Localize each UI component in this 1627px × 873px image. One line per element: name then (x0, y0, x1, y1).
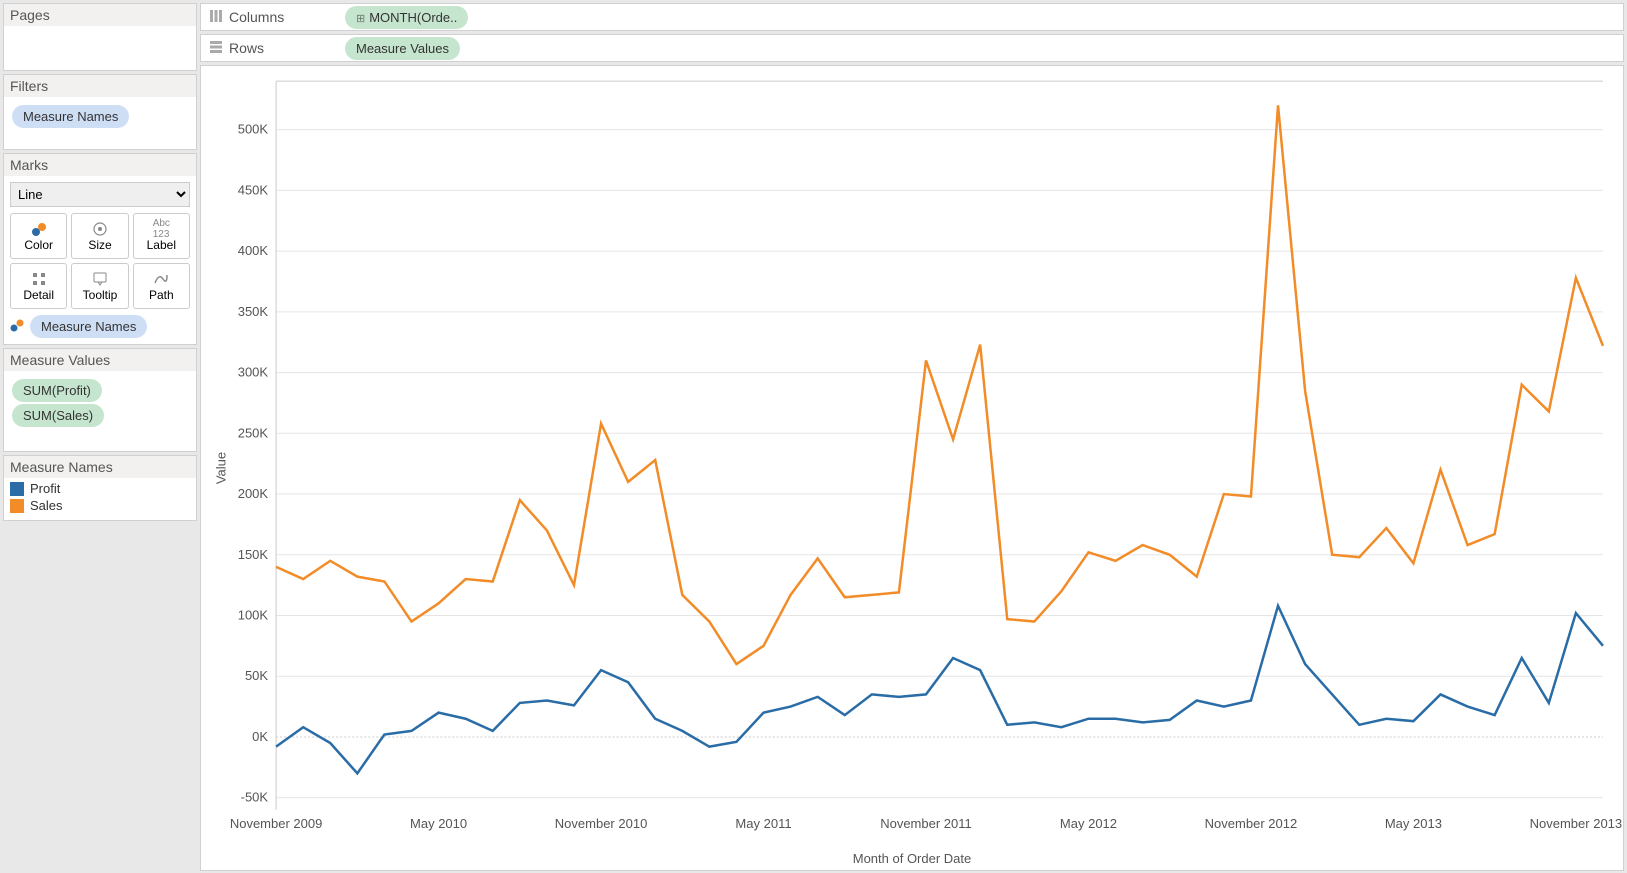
svg-text:100K: 100K (238, 607, 269, 622)
rows-pill-measure-values[interactable]: Measure Values (345, 37, 460, 60)
marks-header: Marks (4, 154, 196, 176)
detail-icon (31, 270, 47, 288)
svg-text:May 2013: May 2013 (1385, 816, 1442, 831)
mark-label-button[interactable]: Abc123Label (133, 213, 190, 259)
y-axis-title: Value (214, 452, 229, 484)
svg-text:May 2012: May 2012 (1060, 816, 1117, 831)
rows-icon (209, 40, 223, 57)
mark-detail-button[interactable]: Detail (10, 263, 67, 309)
svg-text:500K: 500K (238, 122, 269, 137)
size-icon (92, 220, 108, 238)
chart-viewport[interactable]: Value -50K 0K 50K 100K 150K 200K 250K 300K 350K 4… (200, 65, 1624, 871)
color-legend-card: Measure Names ProfitSales (3, 455, 197, 521)
pages-card: Pages (3, 3, 197, 71)
svg-text:0K: 0K (252, 729, 268, 744)
columns-pill-month[interactable]: ⊞MONTH(Orde.. (345, 6, 468, 29)
filters-header: Filters (4, 75, 196, 97)
marks-type-select[interactable]: Line (10, 182, 190, 207)
svg-text:350K: 350K (238, 304, 269, 319)
measure-values-shelf[interactable]: SUM(Profit)SUM(Sales) (4, 371, 196, 451)
path-icon (153, 270, 169, 288)
series-profit (276, 606, 1603, 774)
line-chart: -50K 0K 50K 100K 150K 200K 250K 300K 350K 400K 450… (201, 66, 1623, 870)
filters-card: Filters Measure Names (3, 74, 197, 150)
color-legend-header: Measure Names (4, 456, 196, 478)
filter-pill-measure-names[interactable]: Measure Names (12, 105, 129, 128)
measure-values-card: Measure Values SUM(Profit)SUM(Sales) (3, 348, 197, 452)
pages-header: Pages (4, 4, 196, 26)
color-icon (31, 220, 47, 238)
legend-swatch (10, 499, 24, 513)
rows-label: Rows (229, 40, 264, 56)
svg-text:-50K: -50K (241, 790, 269, 805)
svg-text:November 2011: November 2011 (880, 816, 972, 831)
svg-text:150K: 150K (238, 547, 269, 562)
svg-text:450K: 450K (238, 182, 269, 197)
svg-text:250K: 250K (238, 425, 269, 440)
columns-label: Columns (229, 9, 284, 25)
mark-color-button[interactable]: Color (10, 213, 67, 259)
label-icon: Abc123 (153, 220, 170, 238)
svg-text:200K: 200K (238, 486, 269, 501)
svg-text:May 2010: May 2010 (410, 816, 467, 831)
columns-icon (209, 9, 223, 26)
legend-swatch (10, 482, 24, 496)
mv-pill-sumsales[interactable]: SUM(Sales) (12, 404, 104, 427)
rows-shelf[interactable]: Rows Measure Values (200, 34, 1624, 62)
legend-item-sales[interactable]: Sales (10, 497, 190, 514)
pages-shelf[interactable] (4, 26, 196, 70)
svg-text:November 2009: November 2009 (230, 816, 323, 831)
measure-values-header: Measure Values (4, 349, 196, 371)
series-sales (276, 105, 1603, 664)
svg-text:November 2010: November 2010 (555, 816, 648, 831)
x-axis-title: Month of Order Date (853, 851, 972, 866)
svg-text:May 2011: May 2011 (735, 816, 791, 831)
mark-tooltip-button[interactable]: Tooltip (71, 263, 128, 309)
legend-item-profit[interactable]: Profit (10, 480, 190, 497)
legend-list: ProfitSales (4, 478, 196, 520)
svg-text:50K: 50K (245, 668, 268, 683)
columns-shelf[interactable]: Columns ⊞MONTH(Orde.. (200, 3, 1624, 31)
mark-size-button[interactable]: Size (71, 213, 128, 259)
color-pill-measure-names[interactable]: Measure Names (30, 315, 147, 338)
svg-text:400K: 400K (238, 243, 269, 258)
filters-shelf[interactable]: Measure Names (4, 97, 196, 149)
mv-pill-sumprofit[interactable]: SUM(Profit) (12, 379, 102, 402)
svg-text:300K: 300K (238, 365, 269, 380)
svg-text:November 2013: November 2013 (1530, 816, 1623, 831)
marks-color-encoding[interactable]: Measure Names (10, 315, 190, 338)
tooltip-icon (92, 270, 108, 288)
svg-text:November 2012: November 2012 (1205, 816, 1298, 831)
mark-path-button[interactable]: Path (133, 263, 190, 309)
plus-icon: ⊞ (356, 13, 365, 25)
color-icon (10, 318, 24, 335)
marks-card: Marks Line ColorSizeAbc123Label DetailToo… (3, 153, 197, 345)
